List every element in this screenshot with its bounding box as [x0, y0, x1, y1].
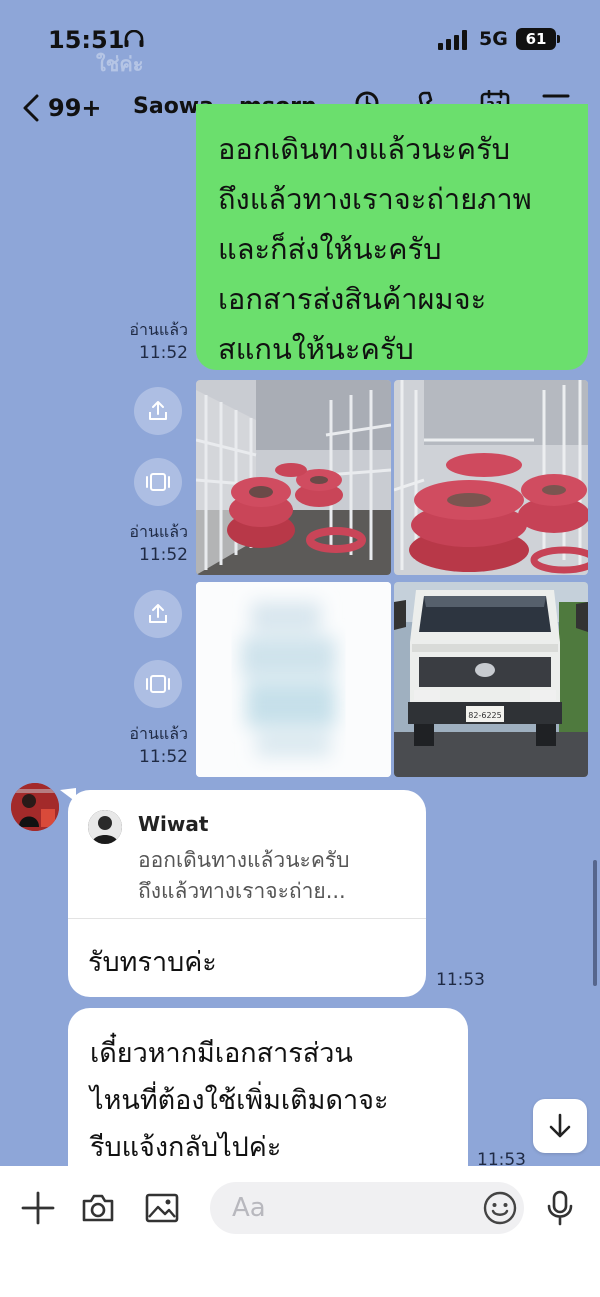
share-button[interactable]	[134, 590, 182, 638]
quoted-sender-name: Wiwat	[138, 812, 209, 836]
arrow-down-icon	[549, 1113, 571, 1138]
message-text: รับทราบค่ะ	[88, 947, 217, 978]
camera-button[interactable]	[78, 1188, 118, 1228]
read-label: อ่านแล้ว	[129, 724, 188, 743]
bubble-tail	[60, 788, 76, 802]
outgoing-message-bubble[interactable]: ออกเดินทางแล้วนะครับ ถึงแล้วทางเราจะถ่าย…	[196, 104, 588, 370]
message-line: และก็ส่งให้นะครับ	[218, 232, 442, 266]
album-icon	[146, 675, 170, 693]
message-line: รีบแจ้งกลับไปค่ะ	[90, 1132, 282, 1163]
chat-background: 15:51 ใช่ค่ะ 5G 61 99+ Saowa...msorn	[0, 0, 600, 1166]
signal-icon	[438, 30, 467, 50]
photo-blurred-document[interactable]	[196, 582, 391, 777]
truck-image: 82-6225	[394, 582, 588, 777]
quoted-line: ออกเดินทางแล้วนะครับ	[138, 848, 350, 872]
scroll-to-bottom-button[interactable]	[533, 1099, 587, 1153]
chevron-left-icon	[23, 94, 39, 122]
message-time: 11:52	[139, 747, 188, 767]
share-icon	[149, 401, 167, 420]
message-meta: อ่านแล้ว 11:52	[100, 318, 188, 363]
status-bar: 15:51 ใช่ค่ะ 5G 61	[0, 0, 600, 78]
quoted-avatar	[88, 810, 122, 844]
message-line: สแกนให้นะครับ	[218, 332, 414, 366]
microphone-icon	[547, 1190, 573, 1226]
scrollbar[interactable]	[593, 860, 597, 986]
headphone-icon	[124, 30, 144, 47]
incoming-message-bubble[interactable]: เดี๋ยวหากมีเอกสารส่วน ไหนที่ต้องใช้เพิ่ม…	[68, 1008, 468, 1166]
message-input[interactable]	[210, 1182, 470, 1234]
avatar-image	[11, 783, 59, 831]
message-meta: อ่านแล้ว 11:52	[100, 520, 188, 565]
photo-truck[interactable]: 82-6225	[394, 582, 588, 777]
gallery-button[interactable]	[142, 1188, 182, 1228]
message-input-bar	[0, 1166, 600, 1297]
message-line: เอกสารส่งสินค้าผมจะ	[218, 282, 487, 316]
back-button[interactable]: 99+	[22, 92, 106, 124]
blurred-document-image	[196, 582, 391, 777]
album-button[interactable]	[134, 458, 182, 506]
battery-level: 61	[525, 30, 547, 48]
ghost-message-text: ใช่ค่ะ	[96, 52, 144, 76]
coils-image	[394, 380, 588, 575]
incoming-reply-bubble[interactable]: Wiwat ออกเดินทางแล้วนะครับ ถึงแล้วทางเรา…	[68, 790, 426, 997]
reply-divider	[68, 918, 426, 919]
read-label: อ่านแล้ว	[129, 522, 188, 541]
camera-icon	[82, 1194, 114, 1222]
battery-tip	[557, 35, 560, 43]
photo-coils-closeup[interactable]	[394, 380, 588, 575]
read-label: อ่านแล้ว	[129, 320, 188, 339]
message-time: 11:53	[477, 1150, 526, 1166]
coils-image	[196, 380, 391, 575]
quoted-message: ออกเดินทางแล้วนะครับ ถึงแล้วทางเราจะถ่าย…	[138, 845, 350, 907]
message-line: ไหนที่ต้องใช้เพิ่มเติมดาจะ	[90, 1085, 389, 1116]
share-icon	[149, 604, 167, 623]
image-icon	[145, 1193, 179, 1223]
message-line: ออกเดินทางแล้วนะครับ	[218, 132, 511, 166]
add-button[interactable]	[18, 1188, 58, 1228]
message-line: เดี๋ยวหากมีเอกสารส่วน	[90, 1038, 353, 1069]
album-button[interactable]	[134, 660, 182, 708]
photo-coils-truck-bed[interactable]	[196, 380, 391, 575]
message-line: ถึงแล้วทางเราจะถ่ายภาพ	[218, 182, 532, 216]
message-time: 11:52	[139, 343, 188, 363]
message-input-container	[210, 1182, 524, 1234]
message-meta: อ่านแล้ว 11:52	[100, 722, 188, 767]
network-type: 5G	[479, 28, 508, 50]
share-button[interactable]	[134, 387, 182, 435]
message-time: 11:53	[436, 970, 485, 990]
svg-text:82-6225: 82-6225	[468, 711, 501, 720]
quoted-avatar-image	[88, 810, 122, 844]
quoted-line: ถึงแล้วทางเราจะถ่าย...	[138, 879, 346, 903]
emoji-icon[interactable]	[482, 1190, 518, 1226]
plus-icon	[21, 1191, 55, 1225]
avatar[interactable]	[11, 783, 59, 831]
voice-button[interactable]	[540, 1188, 580, 1228]
battery-icon: 61	[516, 28, 556, 50]
message-time: 11:52	[139, 545, 188, 565]
unread-count: 99+	[48, 94, 102, 122]
album-icon	[146, 473, 170, 491]
